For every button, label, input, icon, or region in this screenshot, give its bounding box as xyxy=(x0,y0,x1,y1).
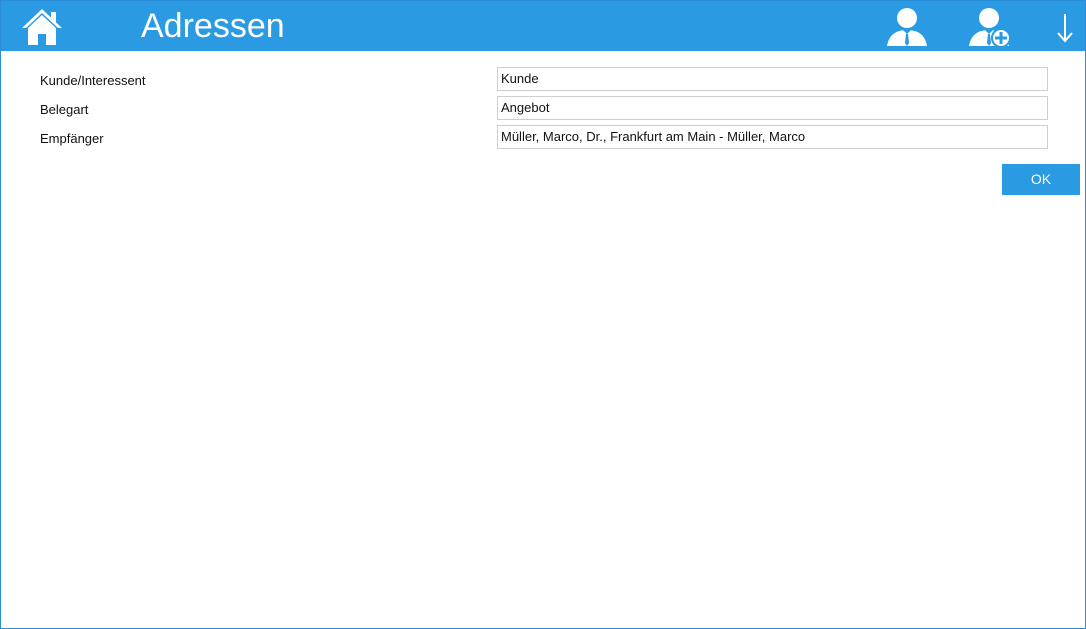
addresses-window: Adressen Kunde/Interessent Kunde Belegar… xyxy=(0,0,1086,629)
person-add-icon xyxy=(969,8,1011,48)
recipient-label: Empfänger xyxy=(40,131,104,146)
home-icon xyxy=(22,9,62,45)
top-bar: Adressen xyxy=(1,1,1085,51)
page-title: Adressen xyxy=(141,7,285,45)
customer-type-label: Kunde/Interessent xyxy=(40,73,146,88)
home-button[interactable] xyxy=(21,7,63,47)
customer-type-field[interactable]: Kunde xyxy=(497,67,1048,91)
contact-button[interactable] xyxy=(885,6,929,48)
download-button[interactable] xyxy=(1053,6,1077,48)
add-contact-button[interactable] xyxy=(969,6,1013,48)
person-icon xyxy=(887,8,927,46)
document-type-field[interactable]: Angebot xyxy=(497,96,1048,120)
document-type-label: Belegart xyxy=(40,102,89,117)
recipient-field[interactable]: Müller, Marco, Dr., Frankfurt am Main - … xyxy=(497,125,1048,149)
arrow-down-icon xyxy=(1057,14,1073,43)
ok-button[interactable]: OK xyxy=(1002,164,1080,195)
